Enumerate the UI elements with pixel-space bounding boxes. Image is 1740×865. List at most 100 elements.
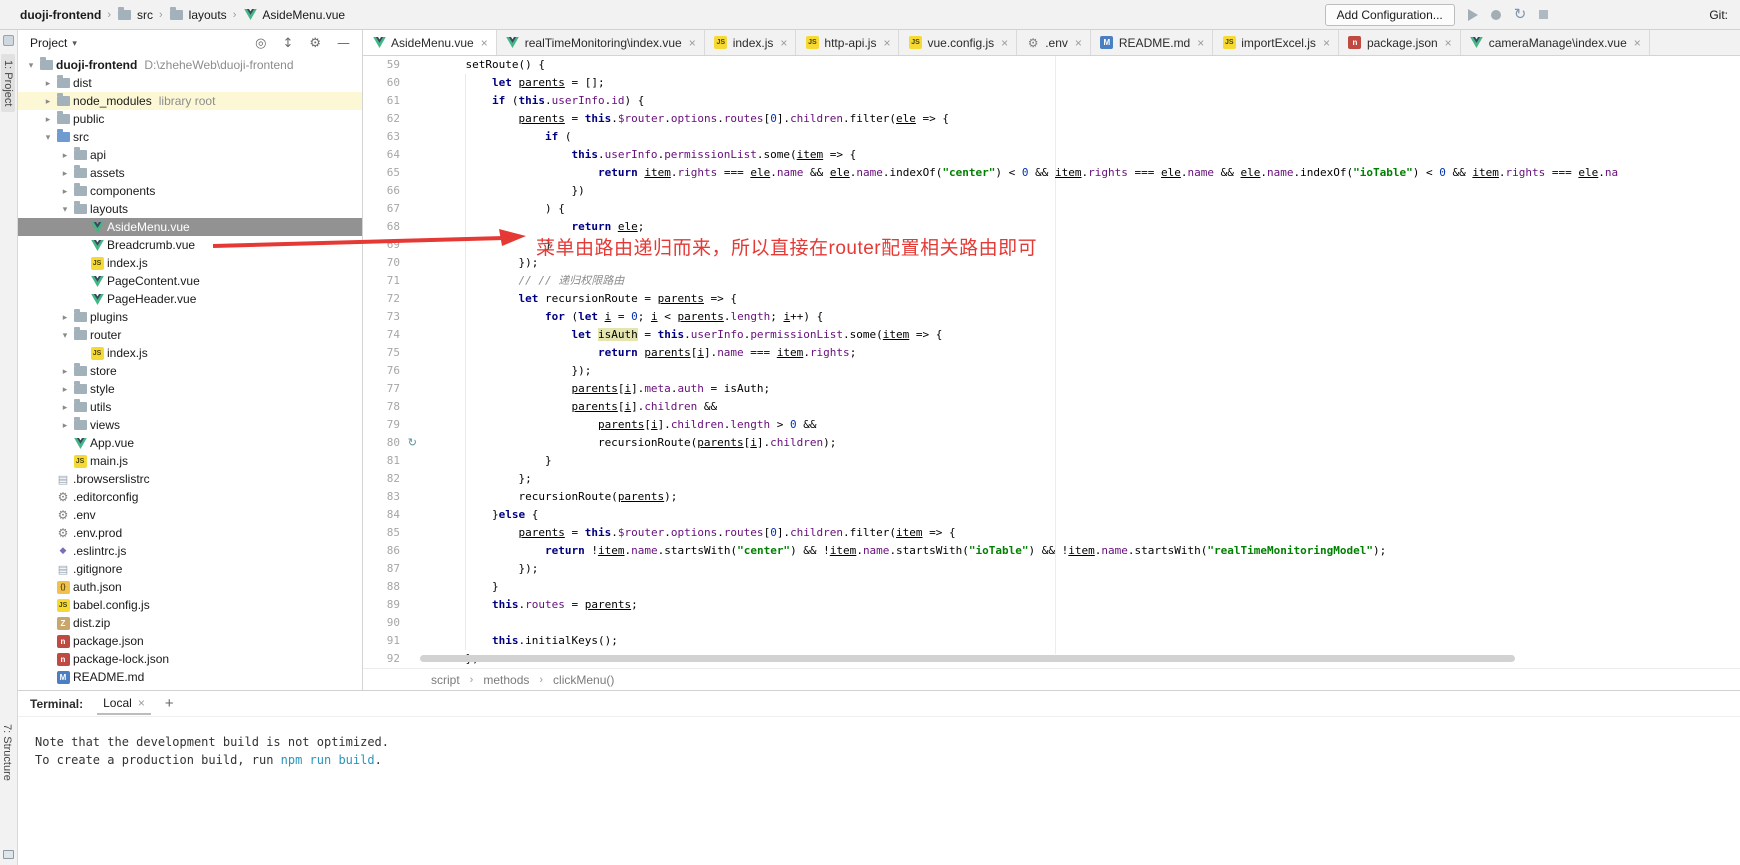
tab-close-icon[interactable]: ×: [1445, 36, 1452, 50]
tab-http-api.js[interactable]: JShttp-api.js×: [796, 30, 899, 55]
horizontal-scrollbar[interactable]: [420, 655, 1515, 662]
update-project-icon[interactable]: ↻: [1514, 7, 1527, 22]
chevron-down-icon[interactable]: ▾: [24, 60, 38, 71]
tree-item-auth.json[interactable]: {}auth.json: [18, 578, 362, 596]
editor-breadcrumb-clickmenu[interactable]: clickMenu(): [553, 673, 614, 687]
tree-item-breadcrumb.vue[interactable]: Breadcrumb.vue: [18, 236, 362, 254]
tree-item-asidemenu.vue[interactable]: AsideMenu.vue: [18, 218, 362, 236]
tree-item-store[interactable]: ▸store: [18, 362, 362, 380]
tree-item-components[interactable]: ▸components: [18, 182, 362, 200]
tree-item-package.json[interactable]: npackage.json: [18, 632, 362, 650]
tree-item-pageheader.vue[interactable]: PageHeader.vue: [18, 290, 362, 308]
code-text[interactable]: parents[i].children &&: [421, 398, 1740, 416]
code-text[interactable]: recursionRoute(parents[i].children);: [421, 434, 1740, 452]
run-icon[interactable]: [1468, 9, 1478, 21]
nav-crumb-src[interactable]: src: [117, 8, 153, 22]
code-text[interactable]: });: [421, 254, 1740, 272]
tree-item-package-lock.json[interactable]: npackage-lock.json: [18, 650, 362, 668]
nav-crumb-duoji-frontend[interactable]: duoji-frontend: [20, 8, 101, 22]
code-editor[interactable]: 59 setRoute() {60 let parents = [];61 if…: [363, 56, 1740, 668]
tab-vue.config.js[interactable]: JSvue.config.js×: [899, 30, 1017, 55]
tree-item-node-modules[interactable]: ▸node_moduleslibrary root: [18, 92, 362, 110]
terminal-stripe-icon[interactable]: [3, 850, 14, 859]
code-text[interactable]: return item.rights === ele.name && ele.n…: [421, 164, 1740, 182]
tab-close-icon[interactable]: ×: [1075, 36, 1082, 50]
code-text[interactable]: this.routes = parents;: [421, 596, 1740, 614]
new-terminal-button[interactable]: +: [165, 695, 174, 712]
tree-item-layouts[interactable]: ▾layouts: [18, 200, 362, 218]
code-text[interactable]: let recursionRoute = parents => {: [421, 290, 1740, 308]
code-text[interactable]: }: [421, 452, 1740, 470]
tab-close-icon[interactable]: ×: [1323, 36, 1330, 50]
code-text[interactable]: recursionRoute(parents);: [421, 488, 1740, 506]
tab-close-icon[interactable]: ×: [1197, 36, 1204, 50]
tree-item-.editorconfig[interactable]: ⚙.editorconfig: [18, 488, 362, 506]
code-text[interactable]: parents = this.$router.options.routes[0]…: [421, 524, 1740, 542]
close-icon[interactable]: ×: [138, 696, 145, 710]
tab-.env[interactable]: ⚙.env×: [1017, 30, 1091, 55]
hide-panel-icon[interactable]: —: [337, 36, 350, 51]
tab-close-icon[interactable]: ×: [1634, 36, 1641, 50]
tree-item-.gitignore[interactable]: ▤.gitignore: [18, 560, 362, 578]
code-text[interactable]: }): [421, 182, 1740, 200]
expand-collapse-icon[interactable]: ↕: [282, 36, 293, 51]
code-text[interactable]: parents[i].children.length > 0 &&: [421, 416, 1740, 434]
tree-item-main.js[interactable]: JSmain.js: [18, 452, 362, 470]
code-text[interactable]: return !item.name.startsWith("center") &…: [421, 542, 1740, 560]
tree-item-assets[interactable]: ▸assets: [18, 164, 362, 182]
chevron-right-icon[interactable]: ▸: [58, 420, 72, 431]
code-text[interactable]: });: [421, 560, 1740, 578]
tab-package.json[interactable]: npackage.json×: [1339, 30, 1461, 55]
tree-item-index.js[interactable]: JSindex.js: [18, 344, 362, 362]
tree-item-api[interactable]: ▸api: [18, 146, 362, 164]
code-text[interactable]: // // 递归权限路由: [421, 272, 1740, 290]
gear-icon[interactable]: ⚙: [309, 36, 321, 51]
tree-item-babel.config.js[interactable]: JSbabel.config.js: [18, 596, 362, 614]
tab-cameramanage-index.vue[interactable]: cameraManage\index.vue×: [1461, 30, 1650, 55]
add-configuration-button[interactable]: Add Configuration...: [1325, 4, 1455, 26]
tab-realtimemonitoring-index.vue[interactable]: realTimeMonitoring\index.vue×: [497, 30, 705, 55]
tree-item-.browserslistrc[interactable]: ▤.browserslistrc: [18, 470, 362, 488]
chevron-right-icon[interactable]: ▸: [58, 168, 72, 179]
tree-item-plugins[interactable]: ▸plugins: [18, 308, 362, 326]
code-text[interactable]: for (let i = 0; i < parents.length; i++)…: [421, 308, 1740, 326]
nav-crumb-layouts[interactable]: layouts: [169, 8, 227, 22]
code-text[interactable]: return parents[i].name === item.rights;: [421, 344, 1740, 362]
code-text[interactable]: if (: [421, 128, 1740, 146]
tab-close-icon[interactable]: ×: [689, 36, 696, 50]
tab-importexcel.js[interactable]: JSimportExcel.js×: [1213, 30, 1339, 55]
code-text[interactable]: let parents = [];: [421, 74, 1740, 92]
code-text[interactable]: this.initialKeys();: [421, 632, 1740, 650]
code-text[interactable]: }: [421, 578, 1740, 596]
tab-close-icon[interactable]: ×: [481, 36, 488, 50]
tab-readme.md[interactable]: MREADME.md×: [1091, 30, 1213, 55]
tree-item-dist[interactable]: ▸dist: [18, 74, 362, 92]
tree-item-src[interactable]: ▾src: [18, 128, 362, 146]
git-label[interactable]: Git:: [1709, 8, 1728, 22]
tree-item-pagecontent.vue[interactable]: PageContent.vue: [18, 272, 362, 290]
tab-close-icon[interactable]: ×: [1001, 36, 1008, 50]
code-text[interactable]: parents = this.$router.options.routes[0]…: [421, 110, 1740, 128]
code-text[interactable]: let isAuth = this.userInfo.permissionLis…: [421, 326, 1740, 344]
select-opened-file-icon[interactable]: ◎: [255, 36, 266, 51]
code-text[interactable]: this.userInfo.permissionList.some(item =…: [421, 146, 1740, 164]
chevron-right-icon[interactable]: ▸: [58, 402, 72, 413]
tree-item-.env.prod[interactable]: ⚙.env.prod: [18, 524, 362, 542]
tree-item-views[interactable]: ▸views: [18, 416, 362, 434]
code-text[interactable]: setRoute() {: [421, 56, 1740, 74]
tree-item-router[interactable]: ▾router: [18, 326, 362, 344]
code-text[interactable]: };: [421, 470, 1740, 488]
editor-breadcrumb-script[interactable]: script: [431, 673, 460, 687]
nav-crumb-asidemenu.vue[interactable]: AsideMenu.vue: [242, 8, 345, 22]
chevron-right-icon[interactable]: ▸: [58, 150, 72, 161]
tool-button-structure[interactable]: 7: Structure: [1, 724, 13, 781]
tree-item-style[interactable]: ▸style: [18, 380, 362, 398]
tree-item-duoji-frontend[interactable]: ▾duoji-frontendD:\zheheWeb\duoji-fronten…: [18, 56, 362, 74]
chevron-down-icon[interactable]: ▾: [41, 132, 55, 143]
code-text[interactable]: }else {: [421, 506, 1740, 524]
editor-breadcrumb-methods[interactable]: methods: [483, 673, 529, 687]
tab-close-icon[interactable]: ×: [780, 36, 787, 50]
tab-asidemenu.vue[interactable]: AsideMenu.vue×: [363, 30, 497, 55]
code-text[interactable]: return ele;: [421, 218, 1740, 236]
tree-item-dist.zip[interactable]: Zdist.zip: [18, 614, 362, 632]
